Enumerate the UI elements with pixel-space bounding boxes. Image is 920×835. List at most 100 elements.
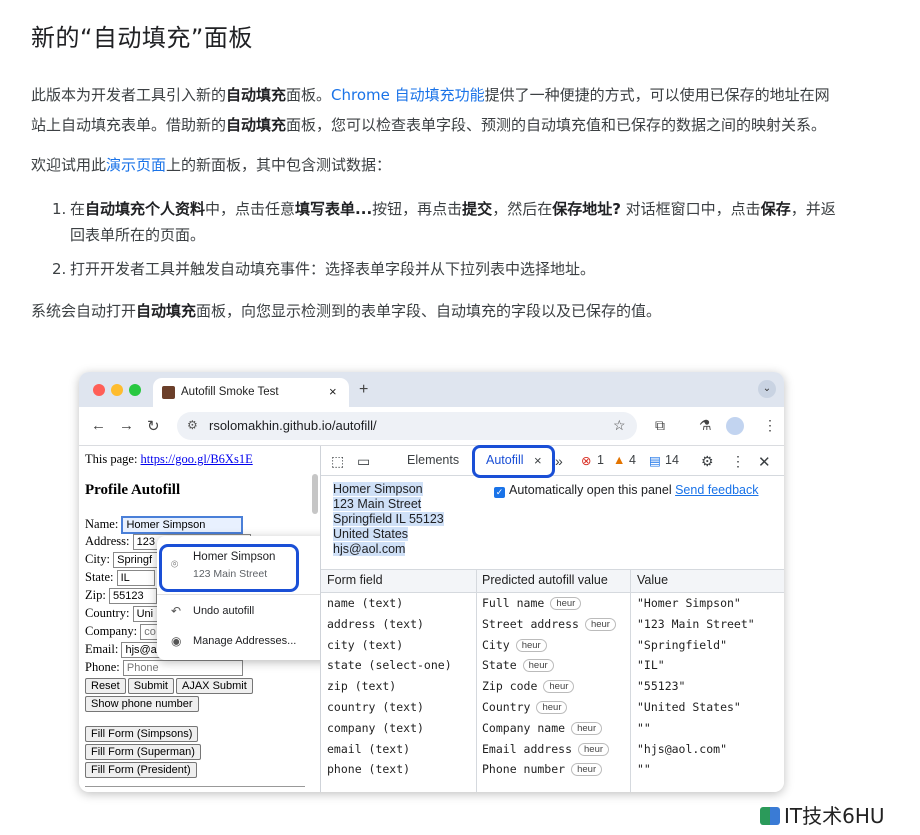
form-field-cell: phone (text) [327, 762, 411, 777]
omnibox[interactable]: ⚙ rsolomakhin.github.io/autofill/ [177, 412, 637, 440]
reset-button[interactable]: Reset [85, 678, 126, 694]
send-feedback-link[interactable]: Send feedback [675, 483, 758, 497]
text: 此版本为开发者工具引入新的 [31, 86, 227, 104]
show-phone-row: Show phone number [85, 696, 201, 712]
site-settings-icon[interactable]: ⚙ [187, 418, 198, 432]
bold-text: 自动填充 [136, 302, 197, 320]
value-cell: "55123" [637, 679, 686, 694]
demo-page-link[interactable]: 演示页面 [106, 156, 166, 174]
list-item: 2. 打开开发者工具并触发自动填充事件：选择表单字段并从下拉列表中选择地址。 [52, 256, 890, 282]
warning-count[interactable]: 4 [629, 453, 636, 467]
browser-screenshot: Autofill Smoke Test × + ⌄ ← → ↻ ⚙ rsolom… [79, 372, 784, 792]
text: 欢迎试用此 [31, 156, 107, 174]
kebab-menu-icon[interactable]: ⋮ [731, 453, 745, 470]
predicted-cell: Country heur [482, 697, 568, 718]
reload-icon[interactable]: ↻ [147, 417, 160, 435]
phone-field[interactable]: Phone [122, 660, 243, 677]
heur-badge: heur [543, 680, 575, 694]
predicted-cell: Phone number heur [482, 759, 603, 780]
table-row[interactable]: country (text) Country heur "United States" [321, 697, 784, 718]
menu-kebab-icon[interactable]: ⋮ [763, 417, 777, 434]
form-field-cell: email (text) [327, 741, 411, 756]
fill-simpsons-button[interactable]: Fill Form (Simpsons) [85, 726, 199, 742]
predicted-cell: Street address heur [482, 614, 616, 635]
column-header[interactable]: Form field [327, 570, 383, 591]
field-label: Email: [85, 642, 119, 656]
back-icon[interactable]: ← [91, 417, 106, 434]
browser-tab[interactable]: Autofill Smoke Test × [153, 378, 349, 407]
new-tab-icon[interactable]: + [359, 381, 368, 399]
table-row[interactable]: email (text) Email address heur "hjs@aol.co… [321, 739, 784, 760]
field-label: State: [85, 570, 114, 584]
heur-badge: heur [550, 597, 582, 610]
fill-superman-button[interactable]: Fill Form (Superman) [85, 744, 201, 760]
suggestion-name[interactable]: Homer Simpson [193, 551, 275, 563]
labs-flask-icon[interactable]: ⚗ [699, 417, 712, 434]
zip-field[interactable]: 55123 [108, 588, 157, 605]
address-line: United States [333, 527, 409, 541]
tab-autofill[interactable]: Autofill [486, 453, 524, 467]
auto-open-label[interactable]: Automatically open this panel [509, 483, 672, 497]
table-row[interactable]: company (text) Company name heur "" [321, 718, 784, 739]
close-window-icon[interactable] [93, 384, 105, 396]
state-select[interactable]: IL [116, 570, 155, 587]
devtools-panel: ⬚ ▭ Elements Autofill × » ⊗ 1 ▲ 4 ▤ 14 ⚙… [312, 445, 784, 792]
value-cell: "123 Main Street" [637, 616, 755, 631]
close-devtools-icon[interactable]: ✕ [758, 453, 771, 471]
chrome-autofill-link[interactable]: Chrome 自动填充功能 [331, 86, 485, 104]
error-count[interactable]: 1 [597, 453, 604, 467]
short-link[interactable]: https://goo.gl/B6Xs1E [141, 452, 253, 466]
undo-autofill-item[interactable]: Undo autofill [193, 605, 254, 617]
predicted-type: Phone number [482, 762, 566, 777]
table-row[interactable]: name (text) Full name heur "Homer Simpson" [321, 593, 784, 614]
ajax-submit-button[interactable]: AJAX Submit [176, 678, 253, 694]
undo-icon: ↶ [171, 604, 182, 618]
tab-search-icon[interactable]: ⌄ [758, 380, 776, 398]
bold-text: 自动填充 [226, 116, 287, 134]
favicon-icon [162, 386, 175, 399]
scrollbar[interactable] [312, 474, 318, 514]
table-row[interactable]: address (text) Street address heur "123 Mai… [321, 614, 784, 635]
heur-badge: heur [515, 638, 547, 652]
table-row[interactable]: state (select-one) State heur "IL" [321, 655, 784, 676]
more-tabs-icon[interactable]: » [555, 453, 563, 469]
text: 面板，您可以检查表单字段、预测的自动填充值和已保存的数据之间的映射关系。 [286, 116, 827, 134]
table-row[interactable]: phone (text) Phone number heur "" [321, 759, 784, 780]
fill-president-button[interactable]: Fill Form (President) [85, 762, 197, 778]
table-row[interactable]: zip (text) Zip code heur "55123" [321, 676, 784, 697]
warning-icon: ▲ [613, 453, 626, 467]
profile-avatar[interactable] [726, 417, 744, 435]
column-header[interactable]: Value [637, 570, 668, 591]
watermark-logo-icon [760, 807, 780, 825]
message-count[interactable]: 14 [665, 453, 679, 467]
auto-open-checkbox-row: ✓ Automatically open this panel Send feed… [494, 483, 759, 498]
tab-elements[interactable]: Elements [407, 453, 459, 467]
minimize-window-icon[interactable] [111, 384, 123, 396]
device-toolbar-icon[interactable]: ▭ [357, 453, 370, 470]
location-pin-icon: ⌾ [171, 557, 179, 571]
inspect-element-icon[interactable]: ⬚ [331, 453, 344, 470]
heur-badge: heur [536, 701, 568, 714]
text: 回表单所在的页面。 [70, 226, 206, 244]
list-item: 1. 在自动填充个人资料中，点击任意填写表单...按钮，再点击提交，然后在保存地址… [52, 196, 890, 248]
extensions-icon[interactable]: ⧉ [655, 417, 665, 434]
close-tab-icon[interactable]: × [534, 453, 542, 468]
submit-button[interactable]: Submit [127, 678, 174, 694]
bold-text: 保存地址? [552, 200, 621, 218]
show-phone-button[interactable]: Show phone number [85, 696, 199, 712]
suggestion-street: 123 Main Street [193, 568, 268, 580]
filled-address: Homer Simpson 123 Main Street Springfiel… [333, 482, 444, 557]
name-field[interactable]: Homer Simpson [121, 516, 244, 534]
field-label: City: [85, 552, 111, 566]
close-tab-icon[interactable]: × [329, 384, 337, 399]
table-row[interactable]: city (text) City heur "Springfield" [321, 635, 784, 656]
manage-addresses-item[interactable]: Manage Addresses... [193, 635, 296, 647]
settings-gear-icon[interactable]: ⚙ [701, 453, 714, 470]
this-page-line: This page: https://goo.gl/B6Xs1E [85, 452, 253, 467]
checkbox-checked-icon[interactable]: ✓ [494, 487, 505, 498]
demo-paragraph: 欢迎试用此演示页面上的新面板，其中包含测试数据： [31, 150, 889, 180]
column-header[interactable]: Predicted autofill value [482, 570, 608, 591]
maximize-window-icon[interactable] [129, 384, 141, 396]
bookmark-star-icon[interactable]: ☆ [613, 417, 626, 434]
forward-icon[interactable]: → [119, 417, 134, 434]
